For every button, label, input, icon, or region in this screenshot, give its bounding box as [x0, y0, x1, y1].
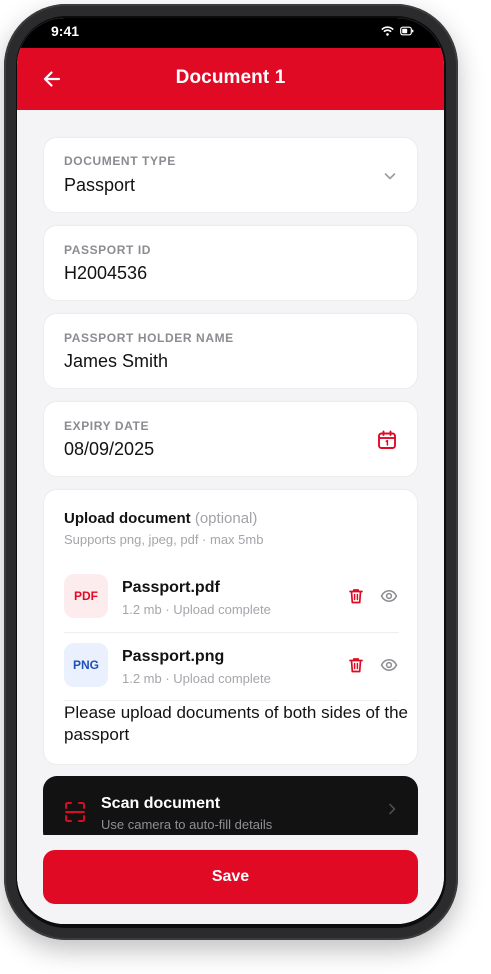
trash-icon: [349, 658, 363, 673]
holder-name-value: James Smith: [64, 351, 169, 371]
camera-notch: [167, 18, 297, 48]
battery-icon: [400, 26, 414, 36]
calendar-icon: [378, 430, 396, 449]
holder-name-label: PASSPORT HOLDER NAME: [64, 331, 234, 345]
delete-file-button[interactable]: [344, 653, 368, 677]
expiry-date-value: 08/09/2025: [64, 439, 155, 459]
chevron-right-icon: [389, 803, 396, 815]
upload-optional-tag: (optional): [194, 510, 258, 527]
expiry-date-field[interactable]: EXPIRY DATE 08/09/2025: [43, 401, 418, 477]
passport-id-field[interactable]: PASSPORT ID H2004536: [43, 225, 418, 301]
holder-name-field[interactable]: PASSPORT HOLDER NAME James Smith: [43, 313, 418, 389]
bottom-action-bar: Save: [17, 835, 444, 924]
file-item-pdf: PDF Passport.pdf 1.2 mb · Upload complet…: [64, 574, 399, 640]
trash-icon: [349, 589, 363, 604]
status-icons: [381, 26, 414, 36]
png-file-icon: PNG: [64, 643, 108, 687]
status-time: 9:41: [51, 23, 80, 39]
delete-file-button[interactable]: [344, 584, 368, 608]
eye-icon: [380, 590, 398, 602]
file-meta: 1.2 mb · Upload complete: [122, 602, 271, 617]
page-title: Document 1: [175, 67, 286, 88]
eye-icon: [380, 659, 398, 671]
wifi-icon: [381, 26, 394, 36]
passport-id-label: PASSPORT ID: [64, 243, 152, 257]
document-type-select[interactable]: DOCUMENT TYPE Passport: [43, 137, 418, 213]
file-name: Passport.png: [122, 648, 225, 665]
preview-file-button[interactable]: [377, 653, 401, 677]
document-type-value: Passport: [64, 175, 136, 195]
preview-file-button[interactable]: [377, 584, 401, 608]
expiry-date-label: EXPIRY DATE: [64, 419, 150, 433]
file-divider: [64, 700, 399, 701]
pdf-file-icon: PDF: [64, 574, 108, 618]
scan-subtitle: Use camera to auto-fill details: [101, 817, 273, 832]
upload-note: Please upload documents of both sides of…: [64, 703, 409, 744]
calendar-button[interactable]: [375, 428, 399, 452]
upload-title-text: Upload document: [64, 510, 191, 527]
passport-id-value: H2004536: [64, 263, 148, 283]
document-type-label: DOCUMENT TYPE: [64, 154, 176, 168]
upload-hint: Supports png, jpeg, pdf · max 5mb: [64, 532, 264, 547]
app-screen: 9:41 Document 1 DOCUMENT TYPE Passport P…: [17, 18, 444, 924]
file-divider: [64, 632, 399, 633]
file-meta: 1.2 mb · Upload complete: [122, 671, 271, 686]
save-button[interactable]: Save: [43, 850, 418, 904]
file-name: Passport.pdf: [122, 579, 220, 596]
app-header: Document 1: [17, 48, 444, 110]
status-bar: 9:41: [17, 18, 444, 48]
chevron-down-icon: [384, 173, 396, 180]
upload-card: Upload document (optional) Supports png,…: [43, 489, 418, 765]
upload-title: Upload document (optional): [64, 510, 257, 527]
scan-title: Scan document: [101, 795, 221, 812]
scan-icon: [65, 802, 85, 822]
